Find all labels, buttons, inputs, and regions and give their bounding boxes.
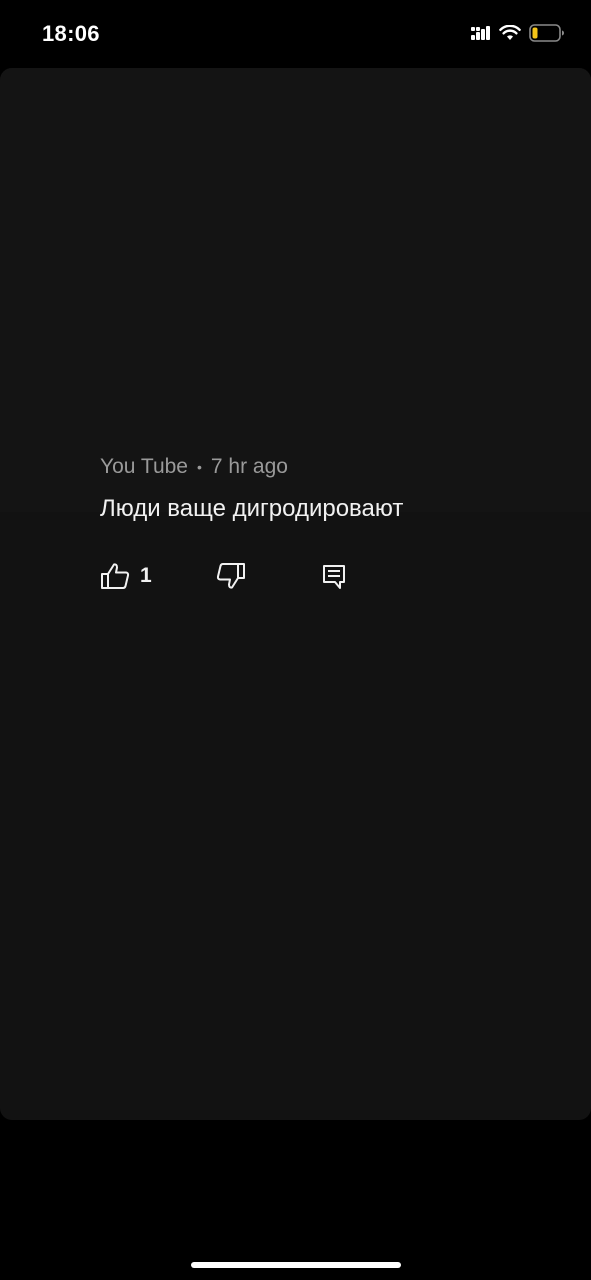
comment-meta: You Tube • 7 hr ago bbox=[100, 454, 560, 480]
comment-time: 7 hr ago bbox=[210, 455, 288, 478]
comment-card bbox=[0, 68, 591, 1120]
status-time: 18:06 bbox=[42, 21, 100, 46]
like-count: 1 bbox=[140, 564, 152, 587]
meta-separator: • bbox=[196, 459, 202, 475]
video-area bbox=[0, 68, 591, 512]
reply-button[interactable] bbox=[322, 562, 346, 590]
wifi-icon bbox=[499, 25, 521, 40]
battery-icon bbox=[529, 24, 564, 42]
home-indicator[interactable] bbox=[191, 1262, 401, 1268]
comment-text: Люди ваще дигродировают bbox=[100, 495, 404, 522]
comment-author[interactable]: You Tube bbox=[100, 454, 188, 480]
comment: You Tube • 7 hr ago Люди ваще дигродиров… bbox=[100, 454, 560, 592]
signal-icon bbox=[471, 26, 490, 40]
status-icons bbox=[471, 24, 565, 42]
thumbs-up-icon bbox=[101, 563, 130, 589]
like-button[interactable]: 1 bbox=[100, 562, 152, 590]
comment-actions: 1 bbox=[100, 562, 560, 592]
dislike-button[interactable] bbox=[216, 562, 246, 590]
reply-icon bbox=[323, 565, 345, 589]
thumbs-down-icon bbox=[216, 563, 245, 589]
status-bar: 18:06 bbox=[0, 0, 591, 68]
